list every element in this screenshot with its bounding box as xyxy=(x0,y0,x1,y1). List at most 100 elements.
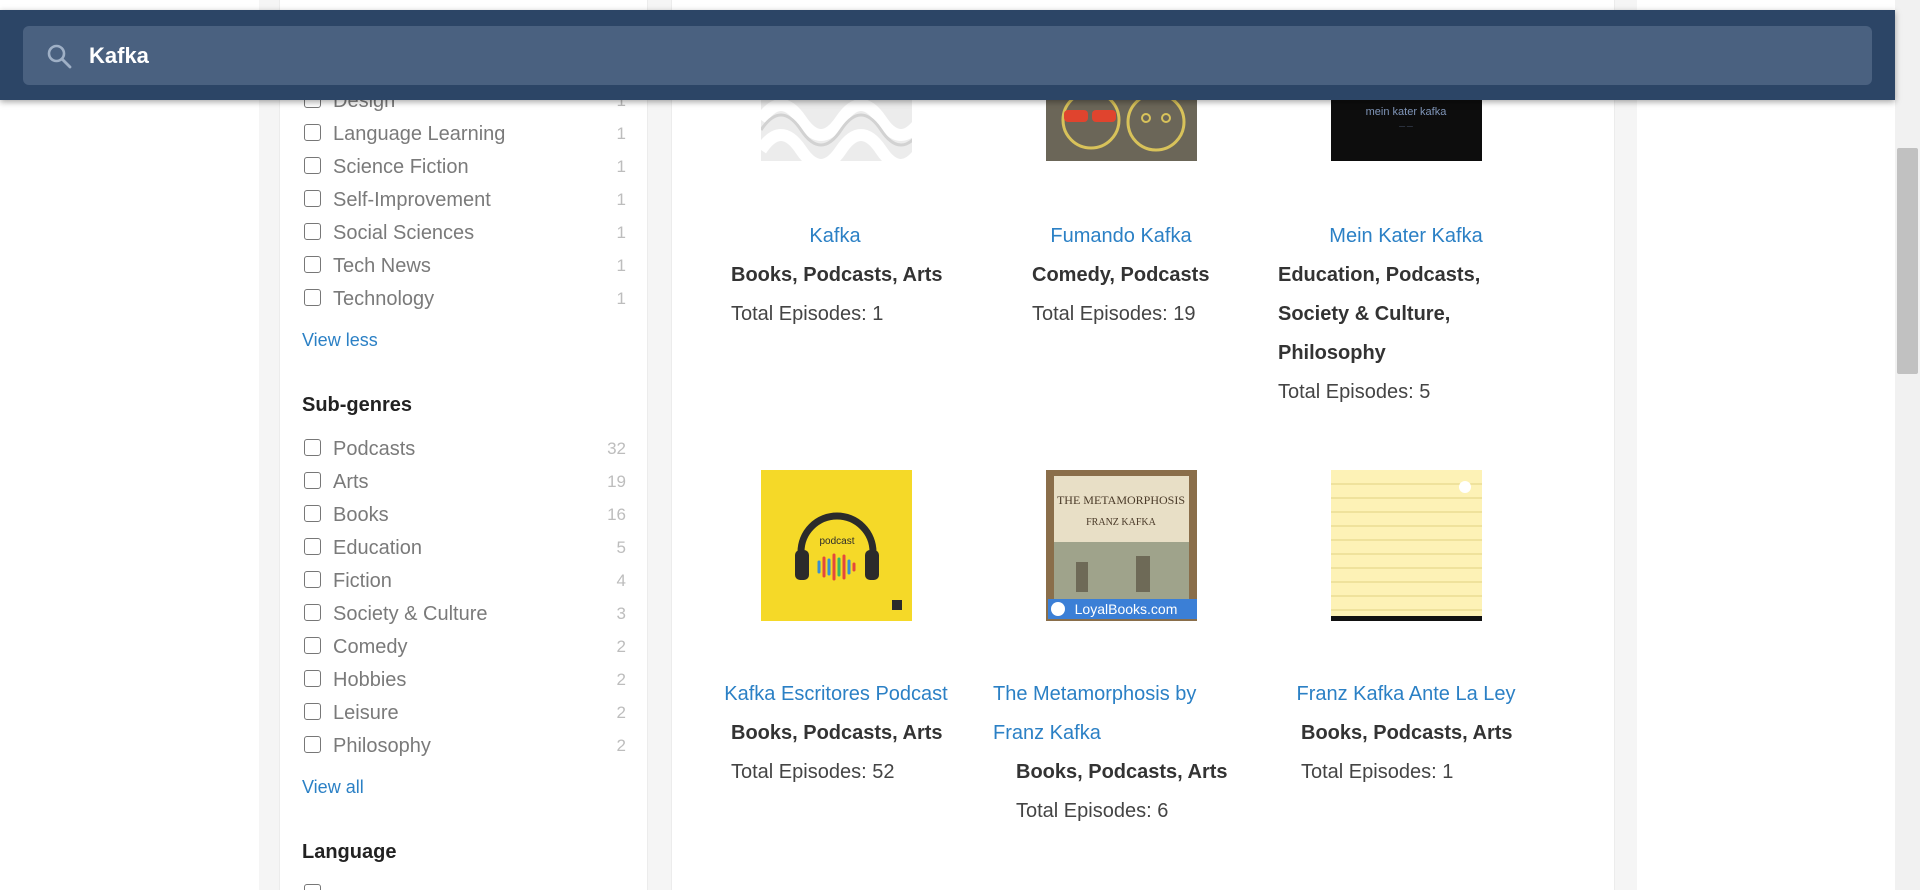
svg-text:— —: — — xyxy=(1399,124,1413,130)
checkbox[interactable] xyxy=(304,670,321,687)
podcast-title-link[interactable]: Franz Kafka Ante La Ley xyxy=(1291,675,1521,714)
filter-count: 1 xyxy=(616,157,626,176)
filter-item-comedy[interactable]: Comedy 2 xyxy=(302,632,626,662)
checkbox[interactable] xyxy=(304,736,321,753)
filter-item-language[interactable] xyxy=(302,879,626,890)
filter-item-hobbies[interactable]: Hobbies 2 xyxy=(302,665,626,695)
language-title: Language xyxy=(302,841,397,863)
checkbox[interactable] xyxy=(304,289,321,306)
filter-item-philosophy[interactable]: Philosophy 2 xyxy=(302,731,626,761)
podcast-episodes: Total Episodes: 19 xyxy=(1032,303,1196,325)
artwork-author: FRANZ KAFKA xyxy=(1086,517,1157,528)
filter-label: Technology xyxy=(333,288,435,310)
checkbox[interactable] xyxy=(304,505,321,522)
filter-item-tech-news[interactable]: Tech News 1 xyxy=(302,251,626,281)
artwork-text: podcast xyxy=(819,536,854,547)
checkbox[interactable] xyxy=(304,703,321,720)
search-input[interactable] xyxy=(89,26,1789,85)
filter-item-fiction[interactable]: Fiction 4 xyxy=(302,566,626,596)
filter-count: 2 xyxy=(616,736,626,755)
filter-count: 1 xyxy=(616,289,626,308)
filter-count: 5 xyxy=(616,538,626,557)
podcast-genres: Books, Podcasts, Arts xyxy=(731,264,943,286)
filter-item-books[interactable]: Books 16 xyxy=(302,500,626,530)
search-icon xyxy=(47,44,72,69)
filter-label: Fiction xyxy=(333,570,392,592)
podcast-genres-line: Society & Culture, xyxy=(1278,303,1451,325)
podcast-genres-line: Education, Podcasts, xyxy=(1278,264,1481,286)
artwork-title: THE METAMORPHOSIS xyxy=(1057,493,1185,507)
podcast-genres-line: Philosophy xyxy=(1278,342,1386,364)
podcast-episodes: Total Episodes: 52 xyxy=(731,761,895,783)
filter-label: Self-Improvement xyxy=(333,189,491,211)
filter-label: Hobbies xyxy=(333,669,407,691)
checkbox[interactable] xyxy=(304,571,321,588)
filter-count: 3 xyxy=(616,604,626,623)
artwork-text: mein kater kafka xyxy=(1366,106,1448,118)
filter-count: 1 xyxy=(616,124,626,143)
checkbox[interactable] xyxy=(304,256,321,273)
filter-count: 32 xyxy=(607,439,626,458)
podcast-episodes: Total Episodes: 1 xyxy=(1301,761,1454,783)
filter-item-science-fiction[interactable]: Science Fiction 1 xyxy=(302,152,626,182)
filter-item-podcasts[interactable]: Podcasts 32 xyxy=(302,434,626,464)
checkbox[interactable] xyxy=(304,884,321,890)
filter-label: Podcasts xyxy=(333,438,416,460)
filter-label: Society & Culture xyxy=(333,603,488,625)
filter-item-language-learning[interactable]: Language Learning 1 xyxy=(302,119,626,149)
checkbox[interactable] xyxy=(304,190,321,207)
podcast-title-link[interactable]: Kafka Escritores Podcast xyxy=(721,675,951,714)
scrollbar-thumb[interactable] xyxy=(1897,148,1918,374)
filter-item-arts[interactable]: Arts 19 xyxy=(302,467,626,497)
podcast-title-link[interactable]: The Metamorphosis by xyxy=(993,675,1208,714)
filter-item-leisure[interactable]: Leisure 2 xyxy=(302,698,626,728)
checkbox[interactable] xyxy=(304,472,321,489)
filter-count: 2 xyxy=(616,637,626,656)
search-box[interactable] xyxy=(23,26,1872,85)
filter-label: Philosophy xyxy=(333,735,431,757)
filter-label: Social Sciences xyxy=(333,222,475,244)
podcast-episodes: Total Episodes: 1 xyxy=(731,303,884,325)
filter-label: Arts xyxy=(333,471,369,493)
podcast-artwork[interactable] xyxy=(1331,470,1482,621)
filter-count: 1 xyxy=(616,256,626,275)
podcast-title-link[interactable]: Mein Kater Kafka xyxy=(1301,217,1511,256)
filter-item-society-culture[interactable]: Society & Culture 3 xyxy=(302,599,626,629)
podcast-genres: Books, Podcasts, Arts xyxy=(731,722,943,744)
view-all-link[interactable]: View all xyxy=(302,777,364,798)
filter-count: 19 xyxy=(607,472,626,491)
checkbox[interactable] xyxy=(304,637,321,654)
podcast-artwork[interactable]: podcast xyxy=(761,470,912,621)
filter-label: Books xyxy=(333,504,389,526)
filter-count: 16 xyxy=(607,505,626,524)
checkbox[interactable] xyxy=(304,157,321,174)
podcast-genres: Books, Podcasts, Arts xyxy=(1301,722,1513,744)
podcast-episodes: Total Episodes: 5 xyxy=(1278,381,1431,403)
filter-label: Education xyxy=(333,537,422,559)
filter-count: 1 xyxy=(616,223,626,242)
podcast-title-link[interactable]: Franz Kafka xyxy=(993,714,1208,753)
checkbox[interactable] xyxy=(304,604,321,621)
filter-item-technology[interactable]: Technology 1 xyxy=(302,284,626,314)
checkbox[interactable] xyxy=(304,223,321,240)
scrollbar-track[interactable] xyxy=(1895,0,1920,890)
checkbox[interactable] xyxy=(304,124,321,141)
artwork-badge: LoyalBooks.com xyxy=(1075,601,1178,617)
view-less-link[interactable]: View less xyxy=(302,330,378,351)
podcast-title-link[interactable]: Kafka xyxy=(730,217,940,256)
podcast-artwork[interactable]: THE METAMORPHOSIS FRANZ KAFKA LoyalBooks… xyxy=(1046,470,1197,621)
checkbox[interactable] xyxy=(304,439,321,456)
podcast-genres: Comedy, Podcasts xyxy=(1032,264,1210,286)
filter-count: 1 xyxy=(616,190,626,209)
checkbox[interactable] xyxy=(304,538,321,555)
filter-item-social-sciences[interactable]: Social Sciences 1 xyxy=(302,218,626,248)
podcast-episodes: Total Episodes: 6 xyxy=(1016,800,1169,822)
filter-count: 2 xyxy=(616,670,626,689)
filter-count: 4 xyxy=(616,571,626,590)
filter-item-self-improvement[interactable]: Self-Improvement 1 xyxy=(302,185,626,215)
subgenres-title: Sub-genres xyxy=(302,394,413,416)
filter-item-education[interactable]: Education 5 xyxy=(302,533,626,563)
filter-label: Tech News xyxy=(333,255,431,277)
filter-label: Science Fiction xyxy=(333,156,469,178)
podcast-title-link[interactable]: Fumando Kafka xyxy=(1016,217,1226,256)
